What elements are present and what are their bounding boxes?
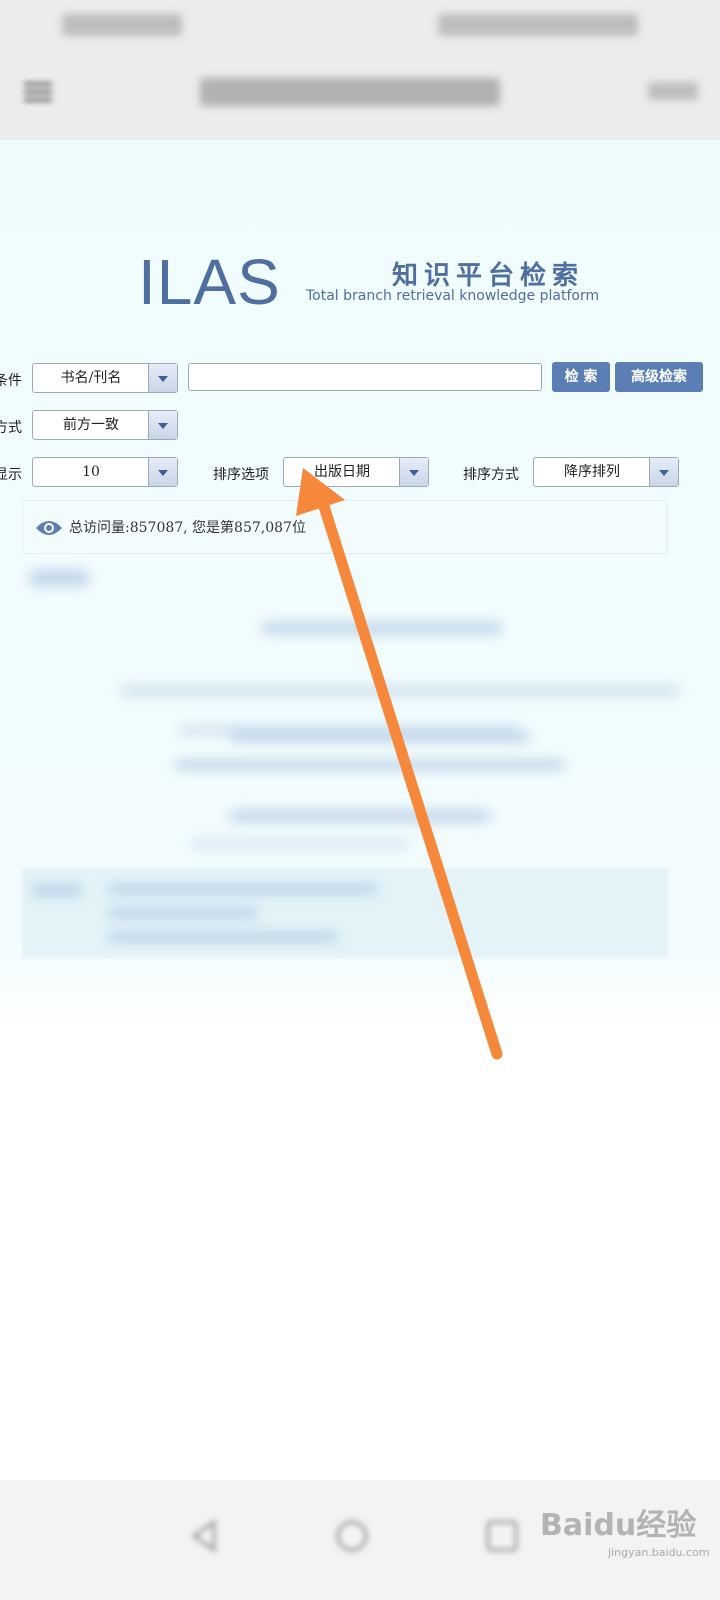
menu-icon[interactable] (24, 78, 52, 106)
match-label: 方式 (0, 420, 22, 436)
condition-select-value: 书名/刊名 (60, 370, 122, 386)
chevron-down-icon (659, 470, 669, 476)
sort-order-value: 降序排列 (564, 464, 620, 480)
visit-counter-text: 总访问量:857087, 您是第857,087位 (69, 520, 306, 536)
chevron-down-icon (158, 423, 168, 429)
sort-order-select[interactable]: 降序排列 (533, 457, 679, 487)
chevron-down-icon (158, 470, 168, 476)
status-icons-left (62, 14, 182, 36)
search-input[interactable] (188, 363, 542, 391)
status-icons-right (438, 14, 638, 36)
visit-counter: 总访问量:857087, 您是第857,087位 (22, 500, 668, 554)
display-label: 显示 (0, 467, 22, 483)
app-bar-action[interactable] (648, 82, 698, 100)
home-icon[interactable] (334, 1518, 370, 1554)
app-bar (0, 48, 720, 140)
baidu-watermark: Baidu经验 (540, 1508, 697, 1543)
condition-label: 条件 (0, 373, 22, 389)
sort-option-select[interactable]: 出版日期 (283, 457, 429, 487)
match-select-value: 前方一致 (63, 417, 119, 433)
app-bar-title (200, 72, 500, 112)
sort-order-dropdown-button[interactable] (649, 458, 678, 486)
baidu-watermark-url: jingyan.baidu.com (608, 1546, 710, 1559)
sort-option-value: 出版日期 (314, 464, 370, 480)
page-content: ILAS 知识平台检索 Total branch retrieval knowl… (0, 140, 720, 1480)
match-dropdown-button[interactable] (148, 411, 177, 439)
display-count-value: 10 (82, 464, 100, 480)
blurred-info-panel (22, 868, 668, 958)
recents-icon[interactable] (484, 1518, 520, 1554)
page-title-cn: 知识平台检索 (392, 261, 585, 291)
back-icon[interactable] (186, 1518, 222, 1554)
condition-select[interactable]: 书名/刊名 (32, 363, 178, 393)
advanced-search-button[interactable]: 高级检索 (615, 362, 703, 392)
eye-icon (36, 521, 62, 535)
page-title-en: Total branch retrieval knowledge platfor… (306, 288, 600, 304)
display-count-select[interactable]: 10 (32, 457, 178, 487)
sort-order-label: 排序方式 (463, 467, 519, 483)
display-dropdown-button[interactable] (148, 458, 177, 486)
search-button[interactable]: 检 索 (552, 362, 610, 392)
match-select[interactable]: 前方一致 (32, 410, 178, 440)
status-bar (0, 0, 720, 48)
condition-dropdown-button[interactable] (148, 364, 177, 392)
ilas-logo: ILAS (138, 246, 281, 318)
chevron-down-icon (409, 470, 419, 476)
sort-option-label: 排序选项 (213, 467, 269, 483)
sort-option-dropdown-button[interactable] (399, 458, 428, 486)
chevron-down-icon (158, 376, 168, 382)
